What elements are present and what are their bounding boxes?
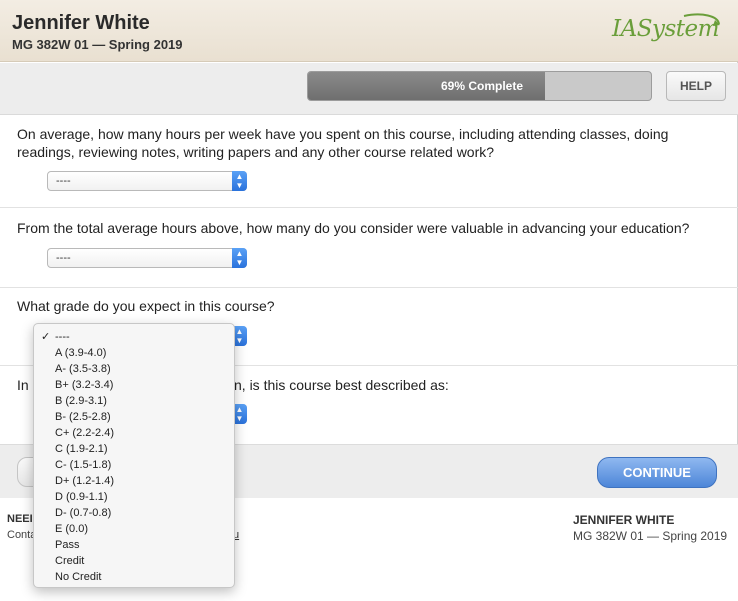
toolbar: 69% Complete HELP — [0, 63, 738, 115]
student-name: Jennifer White — [12, 12, 150, 34]
dropdown-option[interactable]: Pass — [34, 537, 234, 553]
valuable-hours-select[interactable]: ---- ▲ ▼ — [47, 248, 247, 268]
dropdown-option-label: ---- — [55, 331, 70, 343]
dropdown-option[interactable]: E (0.0) — [34, 521, 234, 537]
grade-dropdown-menu: ✓ ---- A (3.9-4.0) A- (3.5-3.8) B+ (3.2-3.4)… — [33, 323, 235, 588]
dropdown-option[interactable]: B (2.9-3.1) — [34, 393, 234, 409]
dropdown-option-label: Pass — [55, 539, 80, 551]
continue-button[interactable]: CONTINUE — [597, 457, 717, 488]
help-heading: NEEI — [7, 513, 33, 525]
footer-student-name: JENNIFER WHITE — [573, 513, 675, 527]
dropdown-option-label: A- (3.5-3.8) — [55, 363, 111, 375]
dropdown-option-label: B (2.9-3.1) — [55, 395, 107, 407]
dropdown-option-label: D (0.9-1.1) — [55, 491, 108, 503]
select-arrows-icon: ▲ ▼ — [232, 171, 247, 191]
hours-select[interactable]: ---- ▲ ▼ — [47, 171, 247, 191]
dropdown-option[interactable]: C (1.9-2.1) — [34, 441, 234, 457]
dropdown-option-label: C (1.9-2.1) — [55, 443, 108, 455]
dropdown-option-label: C+ (2.2-2.4) — [55, 427, 114, 439]
dropdown-option[interactable]: C+ (2.2-2.4) — [34, 425, 234, 441]
dropdown-option[interactable]: B- (2.5-2.8) — [34, 409, 234, 425]
question-hours-per-week: On average, how many hours per week have… — [0, 116, 738, 208]
dropdown-option-label: E (0.0) — [55, 523, 89, 535]
course-title: MG 382W 01 — Spring 2019 — [12, 37, 183, 52]
progress-bar: 69% Complete — [307, 71, 652, 101]
dropdown-option[interactable]: C- (1.5-1.8) — [34, 457, 234, 473]
dropdown-option-label: D- (0.7-0.8) — [55, 507, 112, 519]
dropdown-option[interactable]: D+ (1.2-1.4) — [34, 473, 234, 489]
dropdown-option-label: A (3.9-4.0) — [55, 347, 107, 359]
dropdown-option[interactable]: ✓ ---- — [34, 329, 234, 345]
dropdown-option[interactable]: Credit — [34, 553, 234, 569]
logo-text: IASystem — [612, 16, 719, 42]
checkmark-icon: ✓ — [41, 331, 51, 343]
dropdown-option[interactable]: A- (3.5-3.8) — [34, 361, 234, 377]
dropdown-option[interactable]: D- (0.7-0.8) — [34, 505, 234, 521]
help-button[interactable]: HELP — [666, 71, 726, 101]
dropdown-option-label: D+ (1.2-1.4) — [55, 475, 114, 487]
question-text: From the total average hours above, how … — [17, 220, 690, 236]
dropdown-option-label: Credit — [55, 555, 85, 567]
help-contact-text: Conta — [7, 529, 37, 541]
iasystem-logo: IASystem — [612, 12, 722, 48]
select-arrows-icon: ▲ ▼ — [232, 248, 247, 268]
dropdown-option[interactable]: A (3.9-4.0) — [34, 345, 234, 361]
progress-label: 69% Complete — [440, 79, 524, 93]
question-text: On average, how many hours per week have… — [17, 126, 669, 160]
question-text-end: n, is this course best described as: — [234, 377, 449, 393]
dropdown-option-label: B- (2.5-2.8) — [55, 411, 111, 423]
dropdown-option[interactable]: D (0.9-1.1) — [34, 489, 234, 505]
dropdown-option-label: C- (1.5-1.8) — [55, 459, 112, 471]
question-text: What grade do you expect in this course? — [17, 298, 275, 314]
dropdown-option[interactable]: No Credit — [34, 569, 234, 585]
dropdown-option-label: B+ (3.2-3.4) — [55, 379, 114, 391]
dropdown-option-label: No Credit — [55, 571, 102, 583]
footer-course-title: MG 382W 01 — Spring 2019 — [573, 529, 728, 543]
dropdown-option[interactable]: B+ (3.2-3.4) — [34, 377, 234, 393]
header: Jennifer White MG 382W 01 — Spring 2019 … — [0, 0, 738, 62]
select-value: ---- — [56, 252, 71, 264]
question-valuable-hours: From the total average hours above, how … — [0, 208, 738, 288]
select-value: ---- — [56, 175, 71, 187]
